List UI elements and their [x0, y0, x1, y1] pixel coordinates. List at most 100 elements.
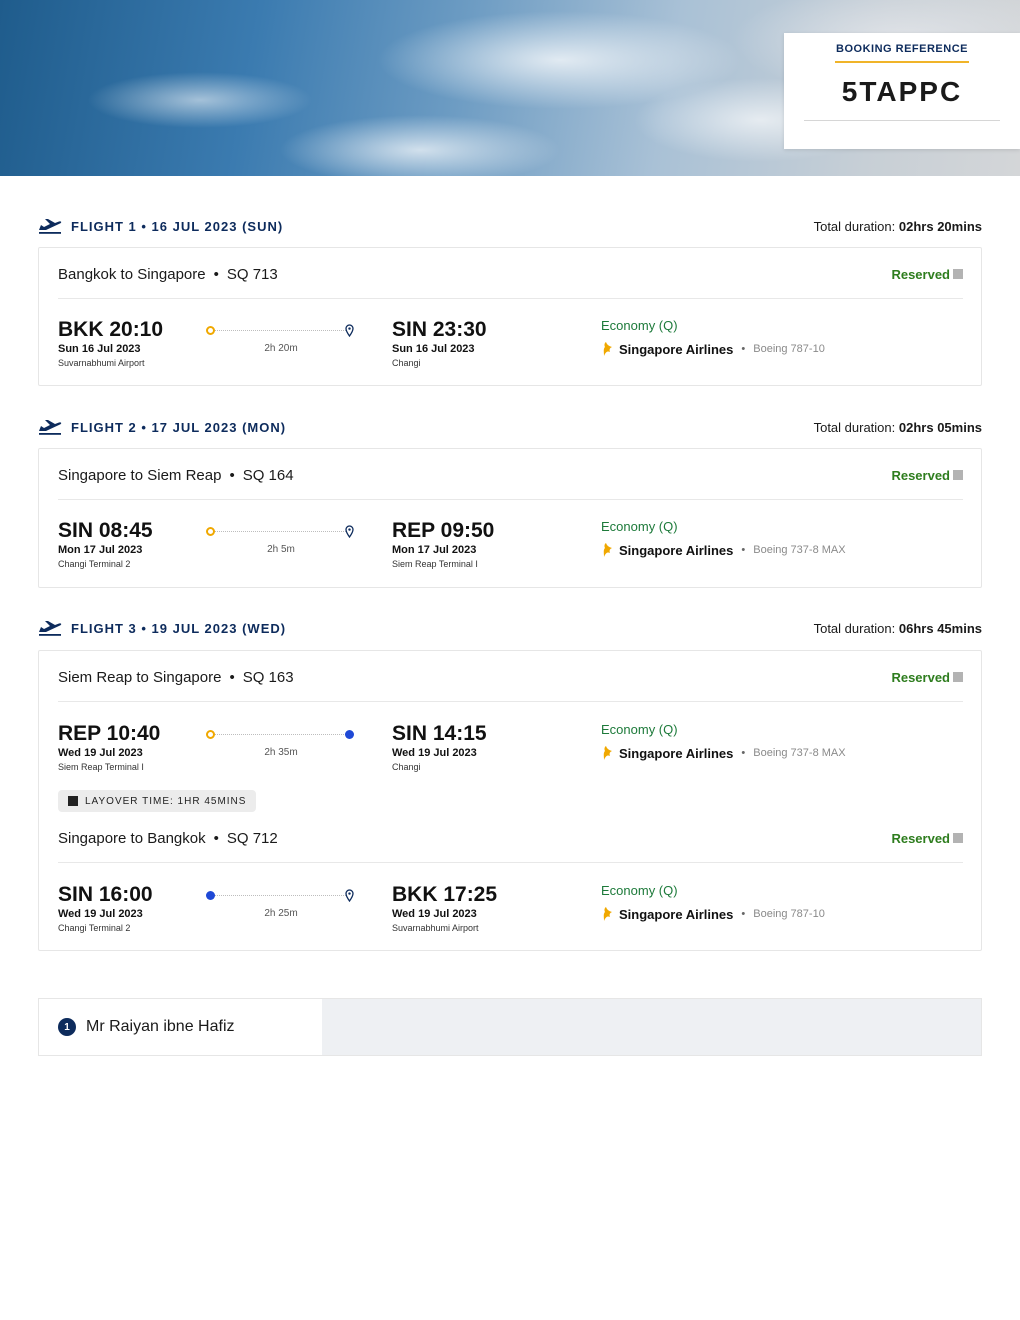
flight-track: 2h 25m	[206, 889, 356, 925]
departure-block: SIN 16:00 Wed 19 Jul 2023 Changi Termina…	[58, 883, 153, 933]
arrival-airport: Changi	[392, 358, 421, 368]
connection-dot-icon	[206, 891, 215, 900]
total-duration: Total duration: 06hrs 45mins	[813, 620, 982, 636]
plane-takeoff-icon	[39, 219, 62, 234]
segment-header: Singapore to Bangkok • SQ 712 Reserved	[58, 823, 963, 853]
separator-dot: •	[213, 265, 219, 283]
flight-1-card: Bangkok to Singapore • SQ 713 Reserved BKK…	[38, 247, 982, 386]
flight-leg: SIN 08:45 Mon 17 Jul 2023 Changi Termina…	[58, 519, 963, 573]
passenger-tabs: 1 Mr Raiyan ibne Hafiz	[38, 998, 982, 1056]
arrival-airport: Suvarnabhumi Airport	[392, 923, 479, 933]
arrival-block: SIN 23:30 Sun 16 Jul 2023 Changi	[392, 318, 487, 368]
departure-block: BKK 20:10 Sun 16 Jul 2023 Suvarnabhumi A…	[58, 318, 163, 368]
separator-dot: •	[229, 668, 235, 686]
aircraft-type: Boeing 737-8 MAX	[753, 747, 846, 759]
arrival-block: BKK 17:25 Wed 19 Jul 2023 Suvarnabhumi A…	[392, 883, 497, 933]
departure-time: SIN 16:00	[58, 883, 153, 906]
flight-info: Economy (Q) Singapore Airlines • Boeing …	[601, 519, 846, 558]
arrival-block: SIN 14:15 Wed 19 Jul 2023 Changi	[392, 722, 487, 772]
arrival-time: SIN 23:30	[392, 318, 487, 341]
segment-divider	[58, 862, 963, 863]
segment-divider	[58, 701, 963, 702]
departure-airport: Changi Terminal 2	[58, 559, 131, 569]
flight-3-header: FLIGHT 3 • 19 JUL 2023 (WED) Total durat…	[38, 616, 982, 640]
airline-name: Singapore Airlines	[619, 906, 734, 922]
arrival-airport: Changi	[392, 762, 421, 772]
singapore-airlines-bird-icon	[603, 746, 612, 760]
aircraft-type: Boeing 787-10	[753, 908, 825, 920]
status-badge: Reserved	[891, 670, 963, 685]
track-line	[212, 531, 350, 532]
airline-name: Singapore Airlines	[619, 341, 734, 357]
departure-airport: Changi Terminal 2	[58, 923, 131, 933]
booking-reference-underline	[835, 61, 969, 63]
origin-circle-icon	[206, 527, 215, 536]
flight-title: FLIGHT 3 • 19 JUL 2023 (WED)	[71, 620, 287, 636]
separator-dot: •	[741, 343, 746, 355]
aircraft-type: Boeing 787-10	[753, 343, 825, 355]
flight-number: SQ 713	[226, 265, 278, 283]
singapore-airlines-bird-icon	[603, 907, 612, 921]
origin-circle-icon	[206, 326, 215, 335]
passenger-name: Mr Raiyan ibne Hafiz	[86, 1018, 235, 1035]
status-square-icon	[953, 672, 963, 682]
departure-block: REP 10:40 Wed 19 Jul 2023 Siem Reap Term…	[58, 722, 160, 772]
track-line	[212, 895, 350, 896]
flight-leg: REP 10:40 Wed 19 Jul 2023 Siem Reap Term…	[58, 722, 963, 776]
flight-track: 2h 20m	[206, 324, 356, 360]
track-line	[212, 734, 350, 735]
flight-2-card: Singapore to Siem Reap • SQ 164 Reserved S…	[38, 448, 982, 588]
departure-date: Wed 19 Jul 2023	[58, 908, 143, 920]
status-badge: Reserved	[891, 831, 963, 846]
flight-leg: BKK 20:10 Sun 16 Jul 2023 Suvarnabhumi A…	[58, 318, 963, 372]
separator-dot: •	[213, 829, 219, 847]
status-square-icon	[953, 269, 963, 279]
departure-date: Sun 16 Jul 2023	[58, 343, 141, 355]
departure-airport: Siem Reap Terminal I	[58, 762, 144, 772]
flight-3-card: Siem Reap to Singapore • SQ 163 Reserved R…	[38, 650, 982, 951]
location-pin-icon	[345, 889, 354, 902]
separator-dot: •	[741, 747, 746, 759]
departure-block: SIN 08:45 Mon 17 Jul 2023 Changi Termina…	[58, 519, 153, 569]
status-square-icon	[953, 833, 963, 843]
flight-track: 2h 5m	[206, 525, 356, 561]
passenger-tab[interactable]: 1 Mr Raiyan ibne Hafiz	[39, 999, 322, 1055]
location-pin-icon	[345, 324, 354, 337]
plane-takeoff-icon	[39, 420, 62, 435]
separator-dot: •	[229, 466, 235, 484]
arrival-time: SIN 14:15	[392, 722, 487, 745]
plane-takeoff-icon	[39, 621, 62, 636]
singapore-airlines-bird-icon	[603, 342, 612, 356]
segment-header: Siem Reap to Singapore • SQ 163 Reserved	[58, 662, 963, 692]
leg-duration: 2h 20m	[264, 343, 298, 354]
segment-header: Singapore to Siem Reap • SQ 164 Reserved	[58, 460, 963, 490]
passenger-number-badge: 1	[58, 1018, 76, 1036]
arrival-date: Sun 16 Jul 2023	[392, 343, 475, 355]
flight-number: SQ 164	[242, 466, 294, 484]
arrival-date: Mon 17 Jul 2023	[392, 544, 477, 556]
route-name: Singapore to Bangkok	[58, 829, 206, 847]
leg-duration: 2h 5m	[267, 544, 295, 555]
flight-2-header: FLIGHT 2 • 17 JUL 2023 (MON) Total durat…	[38, 415, 982, 439]
flight-title: FLIGHT 2 • 17 JUL 2023 (MON)	[71, 419, 287, 435]
origin-circle-icon	[206, 730, 215, 739]
segment-divider	[58, 298, 963, 299]
flight-info: Economy (Q) Singapore Airlines • Boeing …	[601, 883, 825, 922]
flight-number: SQ 163	[242, 668, 294, 686]
arrival-block: REP 09:50 Mon 17 Jul 2023 Siem Reap Term…	[392, 519, 494, 569]
flight-title: FLIGHT 1 • 16 JUL 2023 (SUN)	[71, 218, 284, 234]
airline-name: Singapore Airlines	[619, 745, 734, 761]
status-badge: Reserved	[891, 468, 963, 483]
flight-track: 2h 35m	[206, 728, 356, 764]
flight-leg: SIN 16:00 Wed 19 Jul 2023 Changi Termina…	[58, 883, 963, 937]
arrival-airport: Siem Reap Terminal I	[392, 559, 478, 569]
departure-date: Wed 19 Jul 2023	[58, 747, 143, 759]
flight-info: Economy (Q) Singapore Airlines • Boeing …	[601, 722, 846, 761]
departure-airport: Suvarnabhumi Airport	[58, 358, 145, 368]
layover-time: LAYOVER TIME: 1HR 45MINS	[85, 795, 247, 807]
separator-dot: •	[741, 908, 746, 920]
separator-dot: •	[741, 544, 746, 556]
departure-date: Mon 17 Jul 2023	[58, 544, 143, 556]
arrival-time: REP 09:50	[392, 519, 495, 542]
route-name: Singapore to Siem Reap	[58, 466, 222, 484]
